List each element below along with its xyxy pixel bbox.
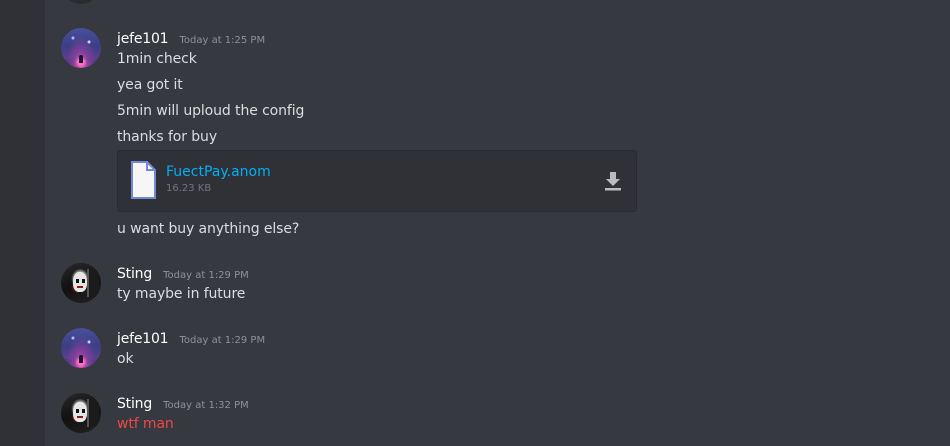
avatar-eye bbox=[82, 409, 85, 413]
user-avatar[interactable] bbox=[61, 263, 101, 303]
attachment-file-size: 16.23 KB bbox=[166, 183, 212, 194]
message-text: yea got it bbox=[117, 77, 183, 93]
message-text: 1min check bbox=[117, 51, 197, 67]
timestamp: Today at 1:25 PM bbox=[179, 35, 266, 46]
user-avatar[interactable] bbox=[61, 328, 101, 368]
user-avatar[interactable] bbox=[61, 28, 101, 68]
avatar-eye bbox=[76, 279, 79, 283]
file-icon bbox=[131, 161, 156, 199]
username[interactable]: jefe101 bbox=[117, 331, 169, 347]
timestamp: Today at 1:29 PM bbox=[179, 335, 266, 346]
avatar-mouth bbox=[77, 286, 83, 288]
message-header: Sting Today at 1:29 PM bbox=[117, 263, 249, 283]
file-attachment: FuectPay.anom 16.23 KB bbox=[117, 150, 637, 212]
avatar-hair bbox=[87, 399, 99, 427]
cutoff-avatar[interactable] bbox=[61, 0, 101, 4]
username[interactable]: Sting bbox=[117, 396, 152, 412]
app-root: jefe101 Today at 1:25 PM 1min check yea … bbox=[0, 0, 950, 446]
message-text: thanks for buy bbox=[117, 129, 218, 145]
avatar-hair bbox=[87, 269, 99, 297]
message-header: Sting Today at 1:32 PM bbox=[117, 393, 249, 413]
timestamp: Today at 1:29 PM bbox=[163, 270, 249, 281]
username[interactable]: jefe101 bbox=[117, 31, 169, 47]
avatar-mouth bbox=[77, 416, 83, 418]
message-text: 5min will uploud the config bbox=[117, 103, 305, 119]
message-text: ty maybe in future bbox=[117, 286, 246, 302]
chat-message-list[interactable]: jefe101 Today at 1:25 PM 1min check yea … bbox=[45, 0, 950, 446]
message-header: jefe101 Today at 1:25 PM bbox=[117, 28, 265, 48]
download-icon[interactable] bbox=[604, 171, 622, 191]
avatar-figure bbox=[79, 55, 83, 63]
left-sidebar-edge bbox=[0, 0, 45, 446]
message-text: u want buy anything else? bbox=[117, 221, 300, 237]
avatar-eye bbox=[76, 409, 79, 413]
user-avatar[interactable] bbox=[61, 393, 101, 433]
message-text: ok bbox=[117, 351, 134, 367]
attachment-filename-link[interactable]: FuectPay.anom bbox=[166, 164, 271, 180]
avatar-eye bbox=[82, 279, 85, 283]
message-header: jefe101 Today at 1:29 PM bbox=[117, 328, 265, 348]
message-text: wtf man bbox=[117, 416, 174, 432]
avatar-figure bbox=[79, 355, 83, 363]
timestamp: Today at 1:32 PM bbox=[163, 400, 249, 411]
username[interactable]: Sting bbox=[117, 266, 152, 282]
